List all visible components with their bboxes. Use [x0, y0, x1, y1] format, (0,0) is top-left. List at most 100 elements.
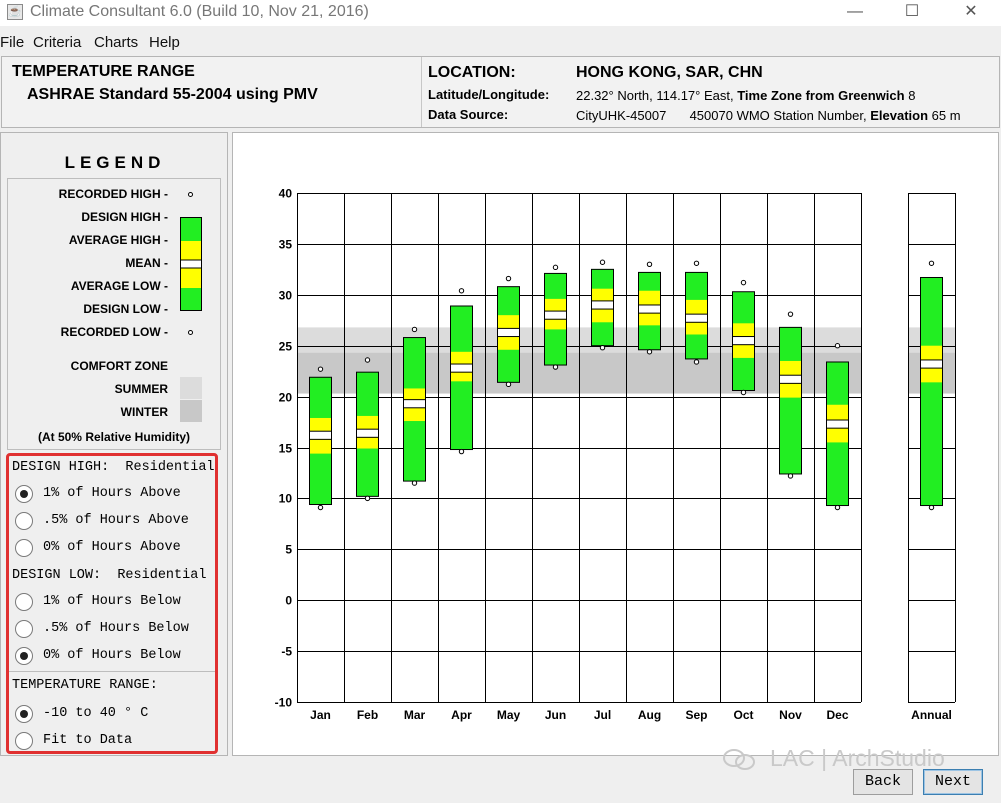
- legend-box: RECORDED HIGH - DESIGN HIGH - AVERAGE HI…: [7, 178, 221, 450]
- option-label: 0% of Hours Below: [43, 648, 181, 663]
- elevation-label: Elevation: [870, 108, 929, 123]
- recorded-low-point: [552, 364, 559, 370]
- legend-average-low: AVERAGE LOW -: [70, 279, 168, 293]
- timezone-label: Time Zone from Greenwich: [737, 88, 905, 103]
- design-low-header: DESIGN LOW: Residential: [12, 568, 207, 583]
- location-value: HONG KONG, SAR, CHN: [576, 64, 763, 81]
- chart-title: TEMPERATURE RANGE: [12, 63, 195, 80]
- radio-button[interactable]: [15, 620, 33, 638]
- radio-button[interactable]: [15, 732, 33, 750]
- latlon-value-line: 22.32° North, 114.17° East, Time Zone fr…: [576, 88, 915, 103]
- mean-marker: [497, 327, 520, 338]
- y-tick-label: 30: [279, 289, 293, 303]
- recorded-low-point: [787, 473, 794, 479]
- legend-summer: SUMMER: [114, 382, 168, 396]
- design-range-bar: [920, 277, 943, 506]
- option-label: 1% of Hours Above: [43, 486, 181, 501]
- chart-subtitle: ASHRAE Standard 55-2004 using PMV: [27, 86, 318, 103]
- recorded-high-point: [834, 343, 841, 349]
- mean-marker: [591, 300, 614, 310]
- x-tick-label: May: [497, 708, 521, 722]
- mean-marker: [779, 374, 802, 384]
- header-divider: [421, 57, 422, 127]
- radio-button[interactable]: [15, 647, 33, 665]
- y-tick-label: 5: [285, 543, 292, 557]
- y-tick-label: 35: [279, 238, 293, 252]
- comfort-zone-title: COMFORT ZONE: [70, 359, 168, 373]
- recorded-high-point: [505, 275, 512, 282]
- recorded-high-point: [317, 366, 324, 372]
- x-tick-label: Aug: [638, 708, 661, 722]
- design-high-header: DESIGN HIGH: Residential: [12, 460, 215, 475]
- title-bar: ☕ Climate Consultant 6.0 (Build 10, Nov …: [0, 0, 1001, 26]
- summer-zone-swatch: [180, 377, 202, 399]
- y-tick-label: -5: [281, 645, 292, 659]
- sidebar: LEGEND RECORDED HIGH - DESIGN HIGH - AVE…: [0, 132, 228, 756]
- wechat-icon: [723, 749, 755, 770]
- radio-button[interactable]: [15, 539, 33, 557]
- menu-bar: File Criteria Charts Help: [0, 31, 1001, 53]
- recorded-low-point: [317, 504, 324, 511]
- mean-marker: [544, 310, 567, 320]
- legend-average-high: AVERAGE HIGH -: [68, 233, 168, 247]
- recorded-low-point: [364, 495, 371, 502]
- option-label: 1% of Hours Below: [43, 594, 181, 609]
- close-button[interactable]: ✕: [948, 0, 994, 26]
- y-tick-label: 20: [279, 391, 293, 405]
- recorded-low-point: [599, 345, 606, 351]
- x-tick-label: Nov: [779, 708, 802, 722]
- menu-charts[interactable]: Charts: [94, 34, 138, 51]
- recorded-high-point: [928, 260, 935, 266]
- next-button[interactable]: Next: [923, 769, 983, 795]
- recorded-low-point: [928, 504, 935, 511]
- source-label: Data Source:: [428, 107, 509, 122]
- recorded-high-point: [740, 279, 747, 286]
- recorded-low-point: [834, 504, 841, 511]
- x-tick-label: Jan: [310, 708, 331, 722]
- recorded-low-point: [458, 448, 465, 455]
- mean-marker: [309, 430, 332, 440]
- legend-recorded-low: RECORDED LOW -: [60, 325, 168, 339]
- chart-panel: 40 35 30 25 20 15 10 5 0 -5 -10 Jan Feb Mar Apr May Jun J…: [232, 132, 999, 756]
- radio-button[interactable]: [15, 705, 33, 723]
- temperature-range-chart: 40 35 30 25 20 15 10 5 0 -5 -10 Jan Feb Mar Apr May Jun J…: [275, 187, 956, 722]
- y-tick-label: 10: [279, 492, 293, 506]
- minimize-button[interactable]: —: [832, 0, 878, 26]
- y-tick-label: 0: [285, 594, 292, 608]
- back-button[interactable]: Back: [853, 769, 913, 795]
- menu-file[interactable]: File: [0, 34, 24, 51]
- winter-zone-swatch: [180, 400, 202, 422]
- x-tick-label: Oct: [733, 708, 753, 722]
- recorded-high-point: [552, 264, 559, 271]
- option-label: -10 to 40 ° C: [43, 706, 149, 721]
- recorded-high-point: [693, 260, 700, 266]
- y-tick-label: 15: [279, 442, 293, 456]
- legend-mean: MEAN -: [125, 256, 168, 270]
- legend-design-low: DESIGN LOW -: [83, 302, 168, 316]
- timezone-value: 8: [908, 88, 916, 103]
- recorded-low-point: [693, 359, 700, 365]
- legend-note: (At 50% Relative Humidity): [37, 430, 191, 444]
- legend-winter: WINTER: [120, 405, 168, 419]
- option-label: 0% of Hours Above: [43, 540, 181, 555]
- maximize-button[interactable]: ☐: [889, 0, 935, 26]
- radio-button[interactable]: [15, 485, 33, 503]
- recorded-high-point: [646, 261, 653, 267]
- latlon-value: 22.32° North, 114.17° East,: [576, 88, 734, 103]
- menu-help[interactable]: Help: [149, 34, 180, 51]
- mean-marker: [732, 336, 755, 346]
- radio-button[interactable]: [15, 593, 33, 611]
- menu-criteria[interactable]: Criteria: [33, 34, 81, 51]
- x-tick-label: Feb: [357, 708, 378, 722]
- mean-marker: [356, 428, 379, 438]
- option-label: .5% of Hours Below: [43, 621, 189, 636]
- window-title: Climate Consultant 6.0 (Build 10, Nov 21…: [30, 3, 369, 20]
- elevation-value: 65 m: [931, 108, 961, 123]
- radio-button[interactable]: [15, 512, 33, 530]
- recorded-high-point: [787, 311, 794, 317]
- options-panel: DESIGN HIGH: Residential 1% of Hours Abo…: [6, 453, 218, 754]
- recorded-high-point: [458, 288, 465, 294]
- java-app-icon: ☕: [7, 4, 23, 20]
- mean-marker: [403, 399, 426, 409]
- mean-marker: [685, 313, 708, 323]
